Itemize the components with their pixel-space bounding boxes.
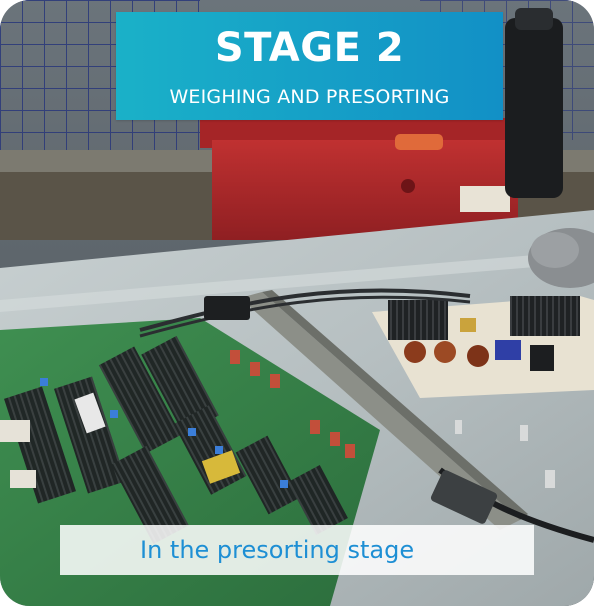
video-frame: STAGE 2 WEIGHING AND PRESORTING In the p… (0, 0, 594, 606)
stage-title: STAGE 2 (214, 25, 405, 71)
stage-title-banner: STAGE 2 WEIGHING AND PRESORTING (116, 12, 503, 120)
stage-subtitle: WEIGHING AND PRESORTING (169, 86, 450, 108)
caption-text: In the presorting stage (140, 536, 415, 564)
subtitle-caption: In the presorting stage (60, 525, 534, 575)
